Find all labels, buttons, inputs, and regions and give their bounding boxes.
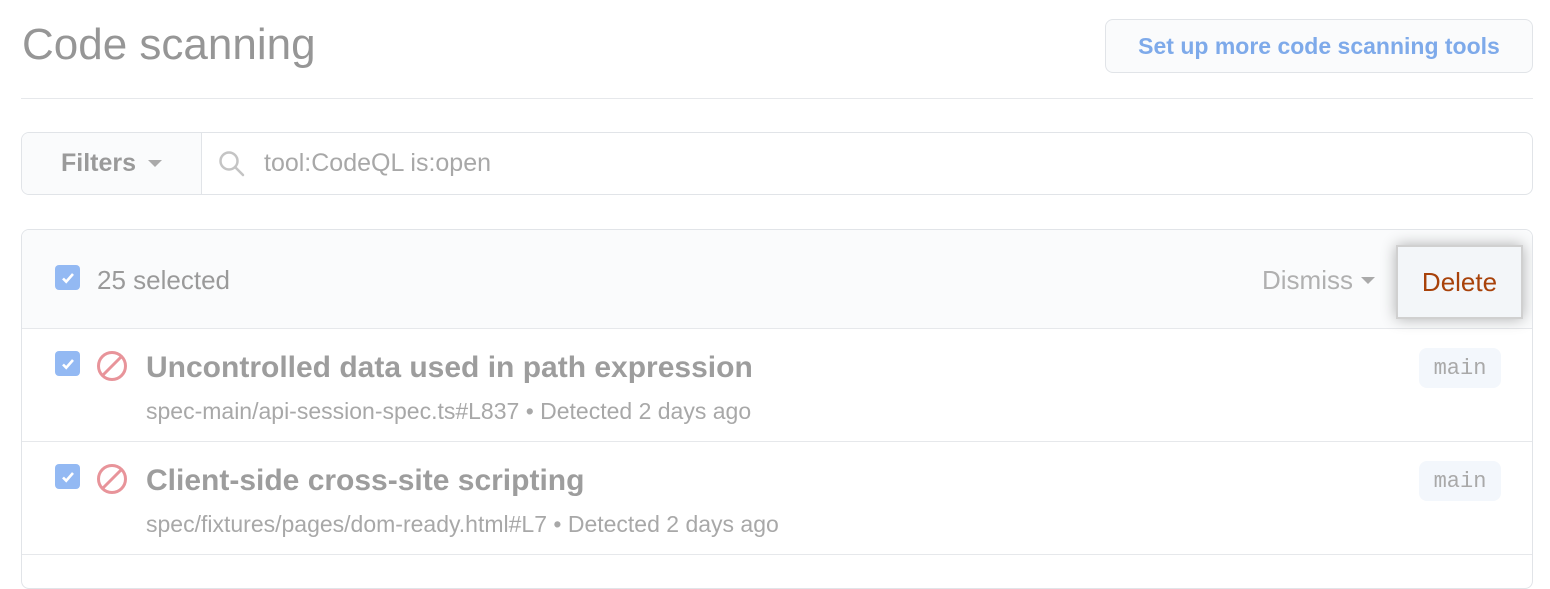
bulk-actions-header: 25 selected Dismiss Delete: [22, 230, 1532, 329]
alert-title[interactable]: Uncontrolled data used in path expressio…: [146, 351, 753, 385]
alert-checkbox[interactable]: [55, 351, 80, 376]
search-box: [202, 133, 1532, 194]
filters-dropdown[interactable]: Filters: [22, 133, 202, 194]
select-all-checkbox[interactable]: [55, 265, 80, 290]
caret-down-icon: [148, 160, 163, 167]
search-icon: [219, 150, 245, 176]
branch-badge: main: [1419, 461, 1501, 501]
delete-button[interactable]: Delete: [1396, 245, 1523, 319]
alert-row[interactable]: Uncontrolled data used in path expressio…: [22, 329, 1532, 442]
alert-title[interactable]: Client-side cross-site scripting: [146, 464, 584, 498]
filter-bar: Filters: [21, 132, 1533, 195]
check-icon: [61, 471, 74, 483]
divider: [21, 98, 1533, 99]
setup-tools-button[interactable]: Set up more code scanning tools: [1105, 19, 1533, 73]
page-title: Code scanning: [22, 20, 316, 69]
dismiss-label: Dismiss: [1262, 265, 1353, 295]
branch-badge: main: [1419, 348, 1501, 388]
alert-meta: spec-main/api-session-spec.ts#L837 • Det…: [146, 398, 752, 424]
selected-count: 25 selected: [97, 265, 230, 295]
caret-down-icon: [1361, 277, 1375, 284]
blocked-alert-icon: [97, 351, 127, 381]
filters-label: Filters: [60, 149, 137, 177]
blocked-alert-icon: [97, 464, 127, 494]
check-icon: [61, 272, 74, 284]
dismiss-dropdown[interactable]: Dismiss: [1262, 265, 1375, 296]
alert-meta: spec/fixtures/pages/dom-ready.html#L7 • …: [146, 511, 779, 537]
search-input[interactable]: [264, 149, 1164, 178]
alert-row[interactable]: Client-side cross-site scripting spec/fi…: [22, 442, 1532, 555]
alerts-list: 25 selected Dismiss Delete Uncontrolled …: [21, 229, 1533, 589]
check-icon: [61, 358, 74, 370]
alert-checkbox[interactable]: [55, 464, 80, 489]
